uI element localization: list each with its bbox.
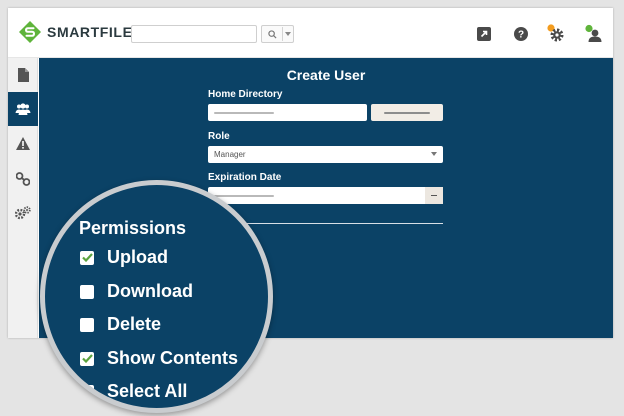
role-selected-value: Manager [214,150,246,159]
page-title: Create User [286,67,366,83]
top-bar: SMARTFILE ? [8,8,613,58]
home-directory-input[interactable] [208,104,367,121]
role-label: Role [208,131,230,142]
sidebar-item-files[interactable] [8,58,38,92]
role-select[interactable]: Manager [208,146,443,163]
logo[interactable]: SMARTFILE [18,20,133,44]
permission-label: Upload [107,247,168,267]
permission-show-contents[interactable]: Show Contents [80,348,238,369]
search-input[interactable] [131,25,257,43]
permissions-magnifier: Permissions Upload Download Delete Show … [40,180,273,413]
search-icon [267,29,277,39]
chevron-down-icon [285,32,291,36]
checkmark-icon [81,354,93,363]
users-icon [15,103,31,115]
chevron-down-icon [431,152,437,156]
select-all-checkbox[interactable] [80,384,94,399]
sidebar-item-users[interactable] [8,92,38,126]
expiration-date-label: Expiration Date [208,172,282,183]
expiration-date-input[interactable] [208,187,443,204]
permission-label: Select All [107,381,188,401]
sidebar-item-settings[interactable] [8,196,38,230]
checkmark-icon [81,253,93,262]
permission-upload[interactable]: Upload [80,247,168,268]
sidebar-item-links[interactable] [8,162,38,196]
permission-label: Delete [107,314,162,334]
sidebar-item-alerts[interactable] [8,126,38,160]
permission-delete[interactable]: Delete [80,314,161,335]
permission-label: Show Contents [107,348,238,368]
warning-icon [16,136,30,150]
smartfile-logo-icon [19,21,41,43]
permissions-title: Permissions [79,218,187,238]
svg-text:?: ? [518,30,524,41]
brand-name: SMARTFILE [47,24,133,40]
external-link-icon[interactable] [474,24,494,44]
permission-download[interactable]: Download [80,281,193,302]
show-contents-checkbox[interactable] [80,351,94,366]
sidebar [8,58,38,338]
upload-checkbox[interactable] [80,250,94,265]
search-button[interactable] [261,25,294,43]
browse-directory-button[interactable] [371,104,443,121]
help-icon[interactable]: ? [511,24,531,44]
link-icon [16,172,30,186]
date-picker-button[interactable] [425,187,443,204]
settings-icon[interactable] [546,24,566,44]
home-directory-label: Home Directory [208,89,283,100]
file-icon [18,68,29,82]
permission-label: Download [107,281,193,301]
user-icon[interactable] [583,24,603,44]
delete-checkbox[interactable] [80,317,94,332]
gears-icon [15,206,31,220]
download-checkbox[interactable] [80,284,94,299]
permission-select-all[interactable]: Select All [80,381,187,402]
